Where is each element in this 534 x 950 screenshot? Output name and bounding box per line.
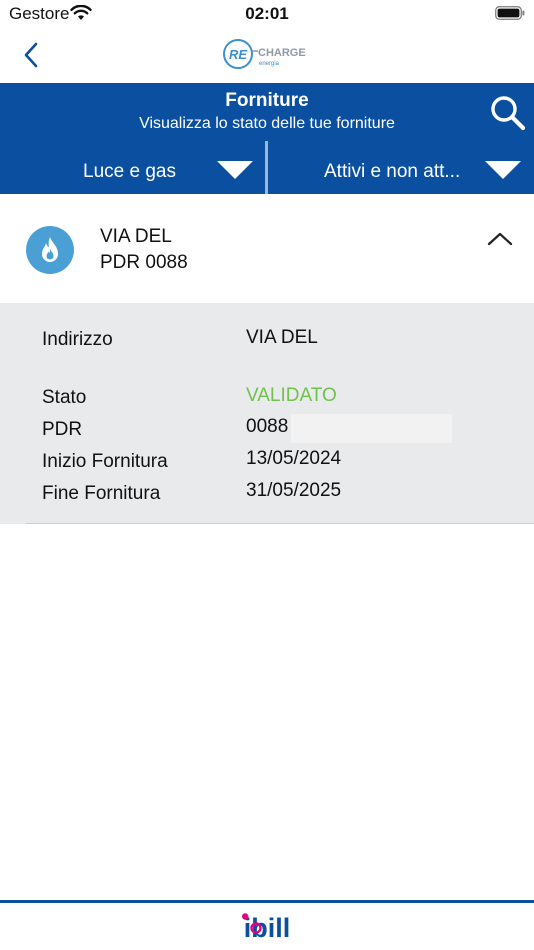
address-value: VIA DEL bbox=[246, 327, 318, 348]
chevron-up-icon[interactable] bbox=[486, 230, 514, 248]
svg-text:CHARGE: CHARGE bbox=[258, 47, 306, 59]
start-date-label: Inizio Fornitura bbox=[42, 451, 168, 472]
nav-bar: RE CHARGE energia bbox=[0, 28, 534, 83]
page-subtitle: Visualizza lo stato delle tue forniture bbox=[139, 115, 395, 132]
chevron-left-icon[interactable] bbox=[18, 40, 46, 70]
end-date-value: 31/05/2025 bbox=[246, 480, 342, 501]
battery-icon bbox=[495, 6, 525, 20]
filter-row: Luce e gas Attivi e non att... bbox=[0, 141, 534, 194]
flame-icon bbox=[42, 237, 58, 262]
supply-details: Indirizzo VIA DEL Stato VALIDATO PDR 008… bbox=[0, 303, 534, 524]
supply-card[interactable]: VIA DEL PDR 0088 bbox=[0, 194, 534, 303]
end-date-label: Fine Fornitura bbox=[42, 483, 161, 504]
status-filter-label: Attivi e non att... bbox=[324, 161, 461, 182]
status-bar: Gestore 02:01 bbox=[0, 0, 534, 28]
svg-text:energia: energia bbox=[259, 61, 280, 67]
svg-text:RE: RE bbox=[229, 47, 247, 62]
page-title: Forniture bbox=[225, 90, 309, 111]
brand-logo: RE CHARGE energia bbox=[223, 39, 306, 69]
address-label: Indirizzo bbox=[42, 329, 113, 350]
clock: 02:01 bbox=[245, 4, 289, 23]
supply-type-filter[interactable]: Luce e gas bbox=[0, 141, 266, 194]
search-icon[interactable] bbox=[488, 93, 528, 133]
supply-address: VIA DEL bbox=[100, 226, 172, 247]
supply-pdr: PDR 0088 bbox=[100, 252, 188, 273]
supplies-header: Forniture Visualizza lo stato delle tue … bbox=[0, 83, 534, 194]
redacted-area bbox=[291, 414, 452, 443]
gas-badge bbox=[26, 226, 74, 274]
footer-divider bbox=[0, 900, 534, 903]
pdr-value: 0088 bbox=[246, 416, 289, 437]
triangle-down-icon bbox=[217, 161, 253, 179]
status-value: VALIDATO bbox=[246, 385, 337, 406]
triangle-down-icon bbox=[485, 161, 521, 179]
supply-type-filter-label: Luce e gas bbox=[83, 161, 176, 182]
details-divider bbox=[26, 523, 534, 524]
ibill-logo: ibill bbox=[242, 913, 290, 942]
status-filter[interactable]: Attivi e non att... bbox=[268, 141, 534, 194]
start-date-value: 13/05/2024 bbox=[246, 448, 342, 469]
status-label: Stato bbox=[42, 387, 87, 408]
pdr-label: PDR bbox=[42, 419, 83, 440]
